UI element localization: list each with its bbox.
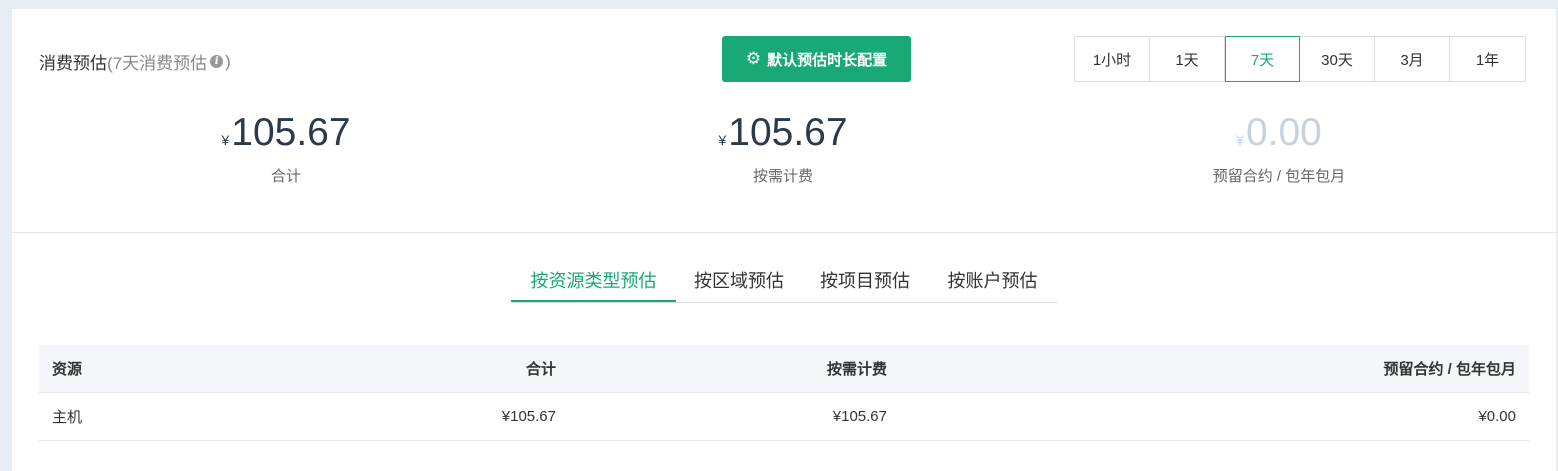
range-1-day-button[interactable]: 1天: [1150, 37, 1225, 81]
tab-by-account[interactable]: 按账户预估: [928, 262, 1057, 302]
title-subtitle: (7天消费预估: [107, 54, 208, 73]
estimate-tabs: 按资源类型预估 按区域预估 按项目预估 按账户预估: [511, 262, 1057, 303]
range-1-hour-button[interactable]: 1小时: [1075, 37, 1150, 81]
column-header-on-demand: 按需计费: [826, 361, 887, 378]
cell-total: ¥105.67: [501, 408, 556, 425]
currency-symbol: ¥: [221, 132, 230, 148]
currency-symbol: ¥: [718, 132, 727, 148]
stat-reserved-label: 预留合约 / 包年包月: [1212, 168, 1346, 185]
config-button-label: 默认预估时长配置: [767, 51, 888, 69]
tab-by-region[interactable]: 按区域预估: [676, 262, 802, 302]
tab-by-resource-type[interactable]: 按资源类型预估: [511, 262, 676, 302]
stat-reserved: ¥0.00 预留合约 / 包年包月: [1129, 109, 1429, 186]
stat-reserved-value: ¥0.00: [1129, 109, 1429, 164]
table-header-row: 资源 合计 按需计费 预留合约 / 包年包月: [39, 345, 1529, 393]
cost-estimate-panel: 消费预估 (7天消费预估 i ) ⚙ 默认预估时长配置 1小时 1天 7天 30…: [12, 9, 1556, 471]
stat-total-amount: 105.67: [231, 111, 351, 154]
page-title: 消费预估 (7天消费预估 i ): [39, 49, 231, 74]
cell-reserved: ¥0.00: [1478, 408, 1516, 425]
range-7-days-button[interactable]: 7天: [1225, 36, 1300, 82]
stat-on-demand: ¥105.67 按需计费: [633, 109, 933, 186]
gear-icon: ⚙: [745, 49, 762, 68]
section-divider: [12, 232, 1556, 233]
range-1-year-button[interactable]: 1年: [1450, 37, 1525, 81]
stat-on-demand-value: ¥105.67: [633, 109, 933, 164]
cell-resource: 主机: [52, 409, 83, 426]
title-subtitle-close: ): [225, 51, 231, 71]
tab-by-project[interactable]: 按项目预估: [802, 262, 928, 302]
range-3-months-button[interactable]: 3月: [1375, 37, 1450, 81]
info-icon[interactable]: i: [210, 55, 224, 68]
stat-on-demand-label: 按需计费: [752, 168, 813, 185]
stat-on-demand-amount: 105.67: [728, 111, 848, 154]
column-header-total: 合计: [525, 361, 556, 378]
time-range-selector: 1小时 1天 7天 30天 3月 1年: [1074, 36, 1526, 82]
default-duration-config-button[interactable]: ⚙ 默认预估时长配置: [722, 36, 911, 82]
cell-on-demand: ¥105.67: [832, 408, 887, 425]
column-header-reserved: 预留合约 / 包年包月: [1383, 361, 1516, 378]
stat-total: ¥105.67 合计: [136, 109, 436, 186]
table-row: 主机 ¥105.67 ¥105.67 ¥0.00: [39, 393, 1529, 441]
column-header-resource: 资源: [52, 361, 83, 378]
title-text: 消费预估: [39, 54, 107, 73]
stat-reserved-amount: 0.00: [1245, 111, 1322, 154]
stat-total-value: ¥105.67: [136, 109, 436, 164]
stat-total-label: 合计: [270, 168, 301, 185]
estimate-table: 资源 合计 按需计费 预留合约 / 包年包月 主机 ¥105.67 ¥105.6…: [39, 345, 1529, 441]
currency-symbol: ¥: [1236, 132, 1244, 148]
range-30-days-button[interactable]: 30天: [1300, 37, 1375, 81]
